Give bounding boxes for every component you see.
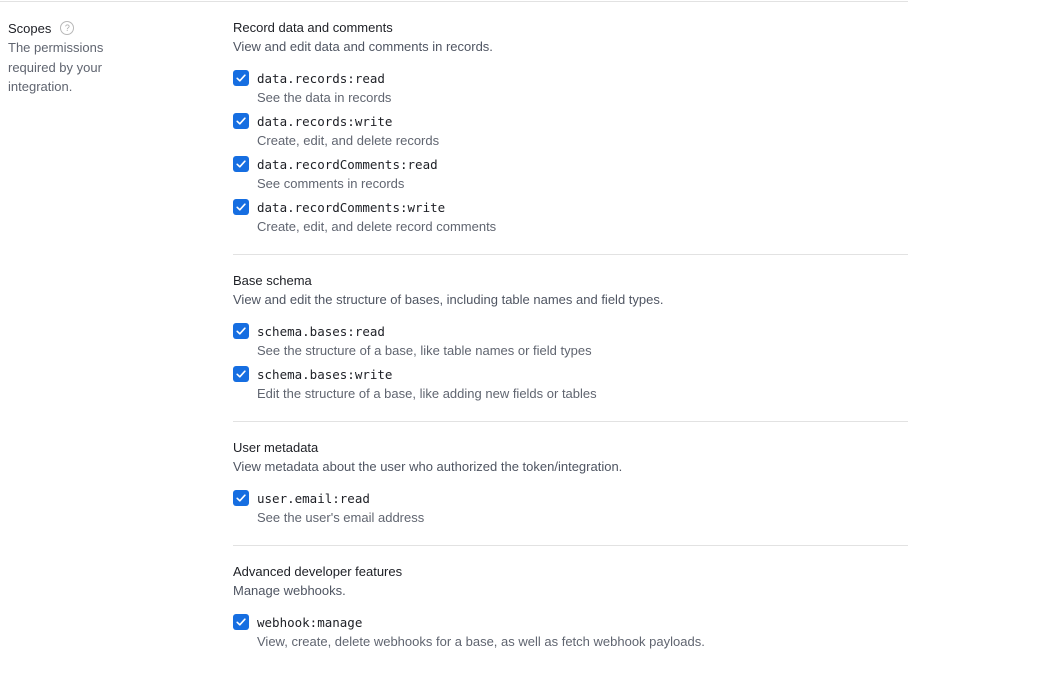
scope-section: User metadata View metadata about the use… [233,421,908,545]
scope-name: data.recordComments:write [257,200,446,215]
scope-checkbox[interactable] [233,323,249,339]
scope-description: See the data in records [257,90,392,105]
checkmark-icon [235,201,247,213]
scope-name: data.records:read [257,71,385,86]
section-description: Manage webhooks. [233,583,346,598]
scope-section: Advanced developer features Manage webhoo… [233,545,908,669]
checkmark-icon [235,368,247,380]
scope-description: Edit the structure of a base, like addin… [257,386,597,401]
section-description: View metadata about the user who authori… [233,459,623,474]
scope-item: data.records:write Create, edit, and dele… [233,113,908,150]
scope-item: schema.bases:write Edit the structure of … [233,366,908,403]
scope-item: user.email:read See the user's email addr… [233,490,908,527]
scope-description: Create, edit, and delete records [257,133,440,148]
top-divider [0,1,908,2]
scope-description: View, create, delete webhooks for a base… [257,634,705,649]
scope-name: schema.bases:read [257,324,385,339]
section-title: Record data and comments [233,20,393,35]
scope-section: Record data and comments View and edit da… [233,18,908,254]
scopes-settings-page: Scopes ? The permissions required by you… [0,0,1064,675]
scope-text: data.records:read See the data in records [257,70,391,107]
section-description: View and edit data and comments in recor… [233,39,493,54]
scope-name: user.email:read [257,491,370,506]
scopes-title: Scopes [8,20,52,36]
scope-name: data.recordComments:read [257,157,438,172]
scope-name: data.records:write [257,114,393,129]
checkmark-icon [235,616,247,628]
scope-checkbox[interactable] [233,113,249,129]
scope-text: user.email:read See the user's email addr… [257,490,424,527]
scope-checkbox[interactable] [233,70,249,86]
scope-sections: Record data and comments View and edit da… [233,18,908,669]
scope-checkbox[interactable] [233,490,249,506]
scope-checkbox[interactable] [233,156,249,172]
scope-description: See the structure of a base, like table … [257,343,592,358]
scope-item: schema.bases:read See the structure of a … [233,323,908,360]
checkmark-icon [235,325,247,337]
scope-text: schema.bases:read See the structure of a … [257,323,592,360]
scope-checkbox[interactable] [233,366,249,382]
scope-section: Base schema View and edit the structure o… [233,254,908,421]
section-title: Advanced developer features [233,564,403,579]
checkmark-icon [235,492,247,504]
scope-text: data.recordComments:write Create, edit, a… [257,199,496,236]
scope-item: data.recordComments:read See comments in … [233,156,908,193]
scope-checkbox[interactable] [233,614,249,630]
scopes-label-column: Scopes ? The permissions required by you… [8,18,168,97]
scope-name: schema.bases:write [257,367,393,382]
scopes-description: The permissions required by your integra… [8,40,104,94]
scope-item: data.recordComments:write Create, edit, a… [233,199,908,236]
scope-description: Create, edit, and delete record comments [257,219,497,234]
section-title: User metadata [233,440,319,455]
checkmark-icon [235,72,247,84]
scope-checkbox[interactable] [233,199,249,215]
scopes-title-row: Scopes ? [8,18,168,38]
scope-description: See comments in records [257,176,405,191]
section-title: Base schema [233,273,312,288]
scope-item: webhook:manage View, create, delete webho… [233,614,908,651]
scope-text: schema.bases:write Edit the structure of … [257,366,597,403]
scope-text: data.records:write Create, edit, and dele… [257,113,439,150]
checkmark-icon [235,158,247,170]
checkmark-icon [235,115,247,127]
scope-text: webhook:manage View, create, delete webho… [257,614,705,651]
scope-description: See the user's email address [257,510,425,525]
section-description: View and edit the structure of bases, in… [233,292,664,307]
scope-item: data.records:read See the data in records [233,70,908,107]
scope-text: data.recordComments:read See comments in … [257,156,438,193]
question-circle-icon[interactable]: ? [60,21,75,35]
scope-name: webhook:manage [257,615,363,630]
